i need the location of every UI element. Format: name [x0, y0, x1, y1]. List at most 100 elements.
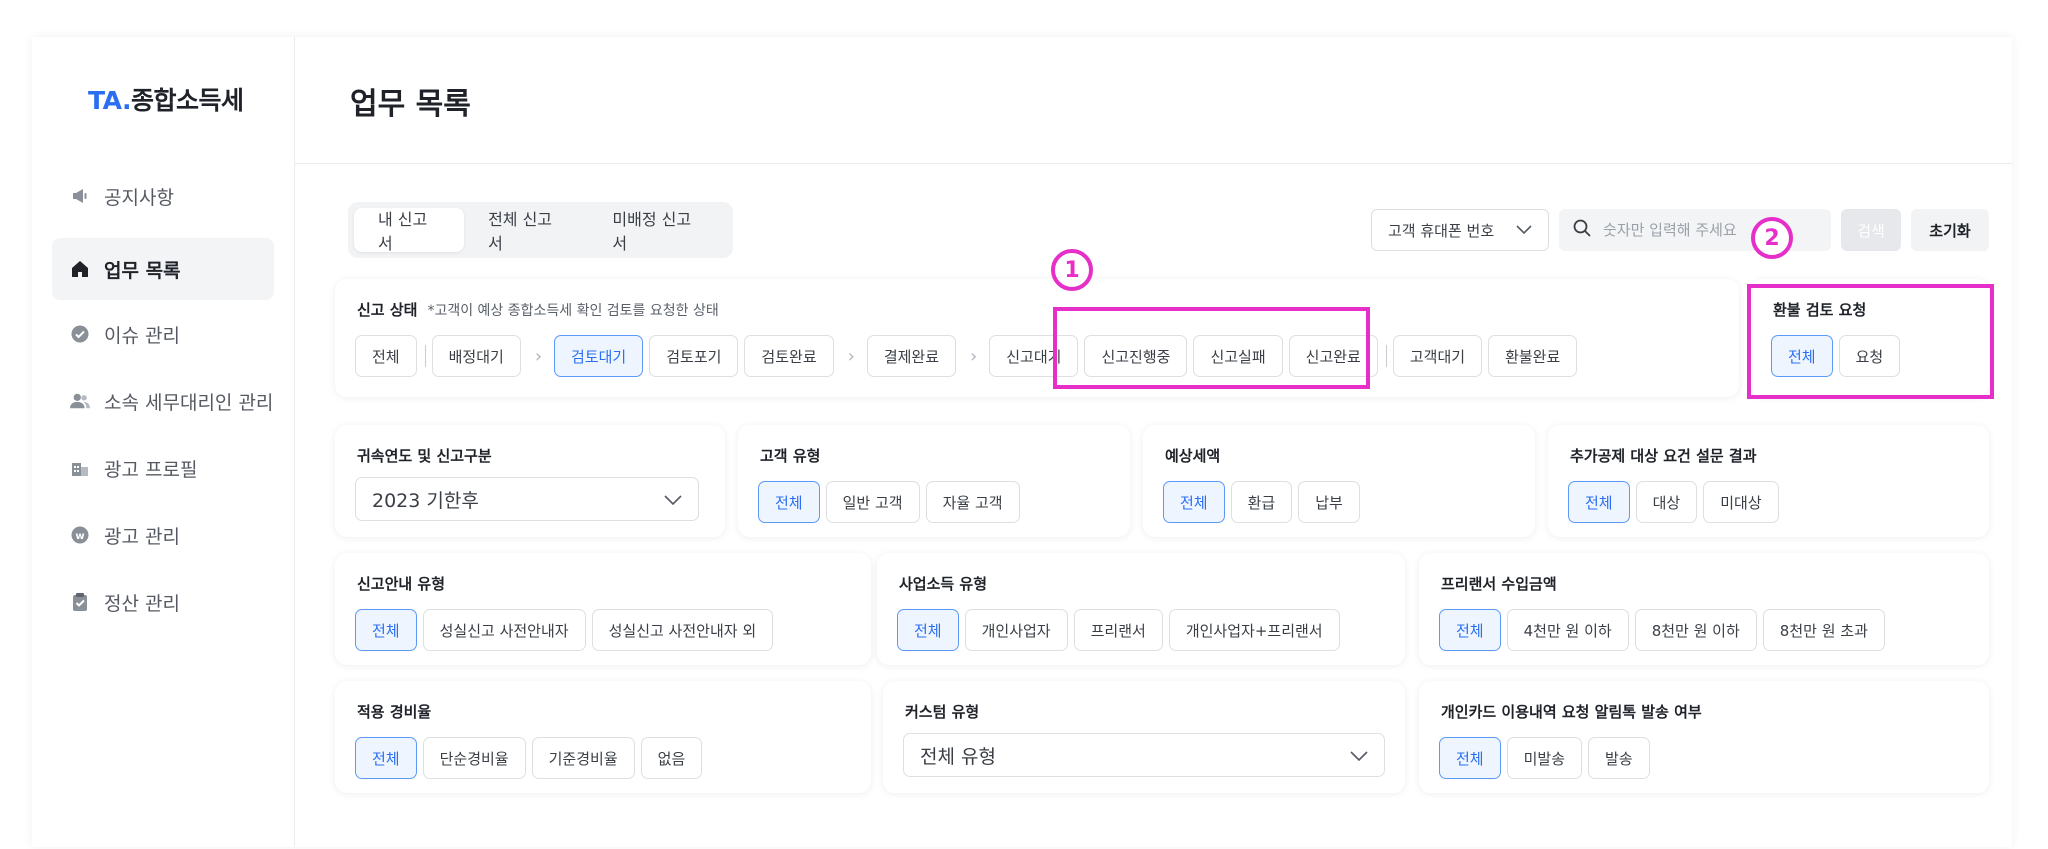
expected-tax-card: 예상세액 전체 환급 납부: [1143, 425, 1535, 537]
year-filter-title: 귀속연도 및 신고구분: [357, 447, 492, 465]
survey-chip-target[interactable]: 대상: [1635, 481, 1698, 523]
search-type-select[interactable]: 고객 휴대폰 번호: [1371, 209, 1549, 251]
customer-type-chip-general[interactable]: 일반 고객: [825, 481, 920, 523]
expected-tax-chip-all[interactable]: 전체: [1163, 481, 1225, 523]
status-chip-review-done[interactable]: 검토완료: [744, 335, 834, 377]
annotation-marker-1: 1: [1051, 249, 1093, 291]
card-notice-chips: 전체 미발송 발송: [1439, 737, 1656, 779]
users-icon: [70, 391, 90, 411]
status-chip-all[interactable]: 전체: [355, 335, 417, 377]
search-button[interactable]: 검색: [1841, 209, 1901, 251]
main-content: 업무 목록 내 신고서 전체 신고서 미배정 신고서 고객 휴대폰 번호 검색 …: [295, 37, 2012, 847]
year-select-value: 2023 기한후: [372, 489, 479, 512]
sidebar-item-task-list[interactable]: 업무 목록: [52, 238, 274, 300]
sidebar-item-label: 공지사항: [104, 186, 174, 209]
business-type-chip-both[interactable]: 개인사업자+프리랜서: [1168, 609, 1340, 651]
guide-type-title: 신고안내 유형: [357, 575, 446, 593]
notice-chip-all[interactable]: 전체: [1439, 737, 1501, 779]
expense-rate-card: 적용 경비율 전체 단순경비율 기준경비율 없음: [335, 681, 871, 793]
ad-circle-icon: w: [70, 525, 90, 545]
sidebar-item-notice[interactable]: 공지사항: [52, 165, 274, 227]
search-type-value: 고객 휴대폰 번호: [1388, 221, 1495, 240]
status-filter-title-text: 신고 상태: [357, 301, 418, 319]
sidebar-item-label: 소속 세무대리인 관리: [104, 391, 274, 414]
guide-type-chip-all[interactable]: 전체: [355, 609, 417, 651]
customer-type-chip-self[interactable]: 자율 고객: [925, 481, 1020, 523]
freelancer-income-title: 프리랜서 수입금액: [1441, 575, 1557, 593]
sidebar-item-agents[interactable]: 소속 세무대리인 관리: [52, 370, 274, 432]
expense-chip-standard[interactable]: 기준경비율: [531, 737, 635, 779]
status-chip-assign-wait[interactable]: 배정대기: [431, 335, 521, 377]
tab-all-reports[interactable]: 전체 신고서: [464, 208, 588, 253]
megaphone-icon: [70, 186, 90, 206]
reset-button[interactable]: 초기화: [1911, 209, 1989, 251]
business-type-title: 사업소득 유형: [899, 575, 988, 593]
guide-type-chips: 전체 성실신고 사전안내자 성실신고 사전안내자 외: [355, 609, 779, 651]
expense-rate-chips: 전체 단순경비율 기준경비율 없음: [355, 737, 708, 779]
income-chip-under-40m[interactable]: 4천만 원 이하: [1506, 609, 1629, 651]
chevron-down-icon: [664, 488, 682, 510]
expense-chip-none[interactable]: 없음: [640, 737, 703, 779]
survey-chip-non-target[interactable]: 미대상: [1703, 481, 1779, 523]
sidebar-item-label: 광고 프로필: [104, 458, 198, 481]
logo-ta: TA: [88, 86, 122, 115]
income-chip-all[interactable]: 전체: [1439, 609, 1501, 651]
notice-chip-sent[interactable]: 발송: [1588, 737, 1650, 779]
business-type-chips: 전체 개인사업자 프리랜서 개인사업자+프리랜서: [897, 609, 1346, 651]
status-chip-review-abandon[interactable]: 검토포기: [649, 335, 739, 377]
sidebar-item-ad-manage[interactable]: w 광고 관리: [52, 504, 274, 566]
expense-chip-simple[interactable]: 단순경비율: [422, 737, 526, 779]
sidebar-item-ad-profile[interactable]: 광고 프로필: [52, 437, 274, 499]
income-chip-under-80m[interactable]: 8천만 원 이하: [1634, 609, 1757, 651]
custom-type-value: 전체 유형: [920, 745, 996, 768]
sidebar-item-label: 업무 목록: [104, 259, 181, 282]
tab-unassigned-reports[interactable]: 미배정 신고서: [588, 208, 727, 253]
status-chip-customer-wait[interactable]: 고객대기: [1392, 335, 1483, 377]
status-chip-payment-done[interactable]: 결제완료: [866, 335, 957, 377]
logo[interactable]: TA.종합소득세: [88, 81, 244, 117]
customer-type-chips: 전체 일반 고객 자율 고객: [758, 481, 1026, 523]
clipboard-icon: [70, 592, 90, 612]
status-chip-row: 전체 배정대기 › 검토대기 검토포기 검토완료 › 결제완료 › 신고대기 신…: [355, 335, 1583, 377]
freelancer-income-card: 프리랜서 수입금액 전체 4천만 원 이하 8천만 원 이하 8천만 원 초과: [1419, 553, 1989, 665]
sidebar-item-settlement[interactable]: 정산 관리: [52, 571, 274, 633]
expected-tax-chip-refund[interactable]: 환급: [1230, 481, 1293, 523]
notice-chip-unsent[interactable]: 미발송: [1506, 737, 1583, 779]
annotation-marker-2: 2: [1751, 217, 1793, 259]
status-chip-refund-done[interactable]: 환불완료: [1488, 335, 1578, 377]
logo-dot: .: [121, 86, 132, 115]
survey-chip-all[interactable]: 전체: [1568, 481, 1630, 523]
page-title: 업무 목록: [350, 87, 471, 122]
building-icon: [70, 458, 90, 478]
chevron-right-icon: ›: [534, 345, 543, 367]
custom-type-title: 커스텀 유형: [905, 703, 980, 721]
expected-tax-chips: 전체 환급 납부: [1163, 481, 1366, 523]
expected-tax-chip-pay[interactable]: 납부: [1298, 481, 1360, 523]
status-filter-note: *고객이 예상 종합소득세 확인 검토를 요청한 상태: [427, 303, 719, 319]
guide-type-chip-faithful[interactable]: 성실신고 사전안내자: [422, 609, 586, 651]
expense-rate-title: 적용 경비율: [357, 703, 432, 721]
highlight-box-1: [1053, 307, 1370, 389]
income-chip-over-80m[interactable]: 8천만 원 초과: [1762, 609, 1885, 651]
customer-type-card: 고객 유형 전체 일반 고객 자율 고객: [738, 425, 1130, 537]
year-select[interactable]: 2023 기한후: [355, 477, 699, 521]
check-circle-icon: [70, 324, 90, 344]
guide-type-chip-other[interactable]: 성실신고 사전안내자 외: [591, 609, 774, 651]
svg-text:w: w: [75, 531, 84, 542]
custom-type-card: 커스텀 유형 전체 유형: [883, 681, 1405, 793]
business-type-chip-freelancer[interactable]: 프리랜서: [1073, 609, 1163, 651]
custom-type-select[interactable]: 전체 유형: [903, 733, 1385, 777]
search-icon: [1573, 219, 1591, 241]
sidebar-item-label: 이슈 관리: [104, 324, 180, 347]
status-filter-title: 신고 상태 *고객이 예상 종합소득세 확인 검토를 요청한 상태: [357, 299, 719, 320]
business-type-chip-all[interactable]: 전체: [897, 609, 959, 651]
status-chip-review-wait[interactable]: 검토대기: [554, 335, 644, 377]
survey-result-title: 추가공제 대상 요건 설문 결과: [1570, 447, 1757, 465]
business-type-chip-individual[interactable]: 개인사업자: [964, 609, 1068, 651]
page-header: 업무 목록: [295, 37, 2012, 164]
sidebar-item-issues[interactable]: 이슈 관리: [52, 303, 274, 365]
year-filter-card: 귀속연도 및 신고구분 2023 기한후: [335, 425, 725, 537]
tab-my-reports[interactable]: 내 신고서: [354, 208, 465, 253]
customer-type-chip-all[interactable]: 전체: [758, 481, 820, 523]
expense-chip-all[interactable]: 전체: [355, 737, 417, 779]
